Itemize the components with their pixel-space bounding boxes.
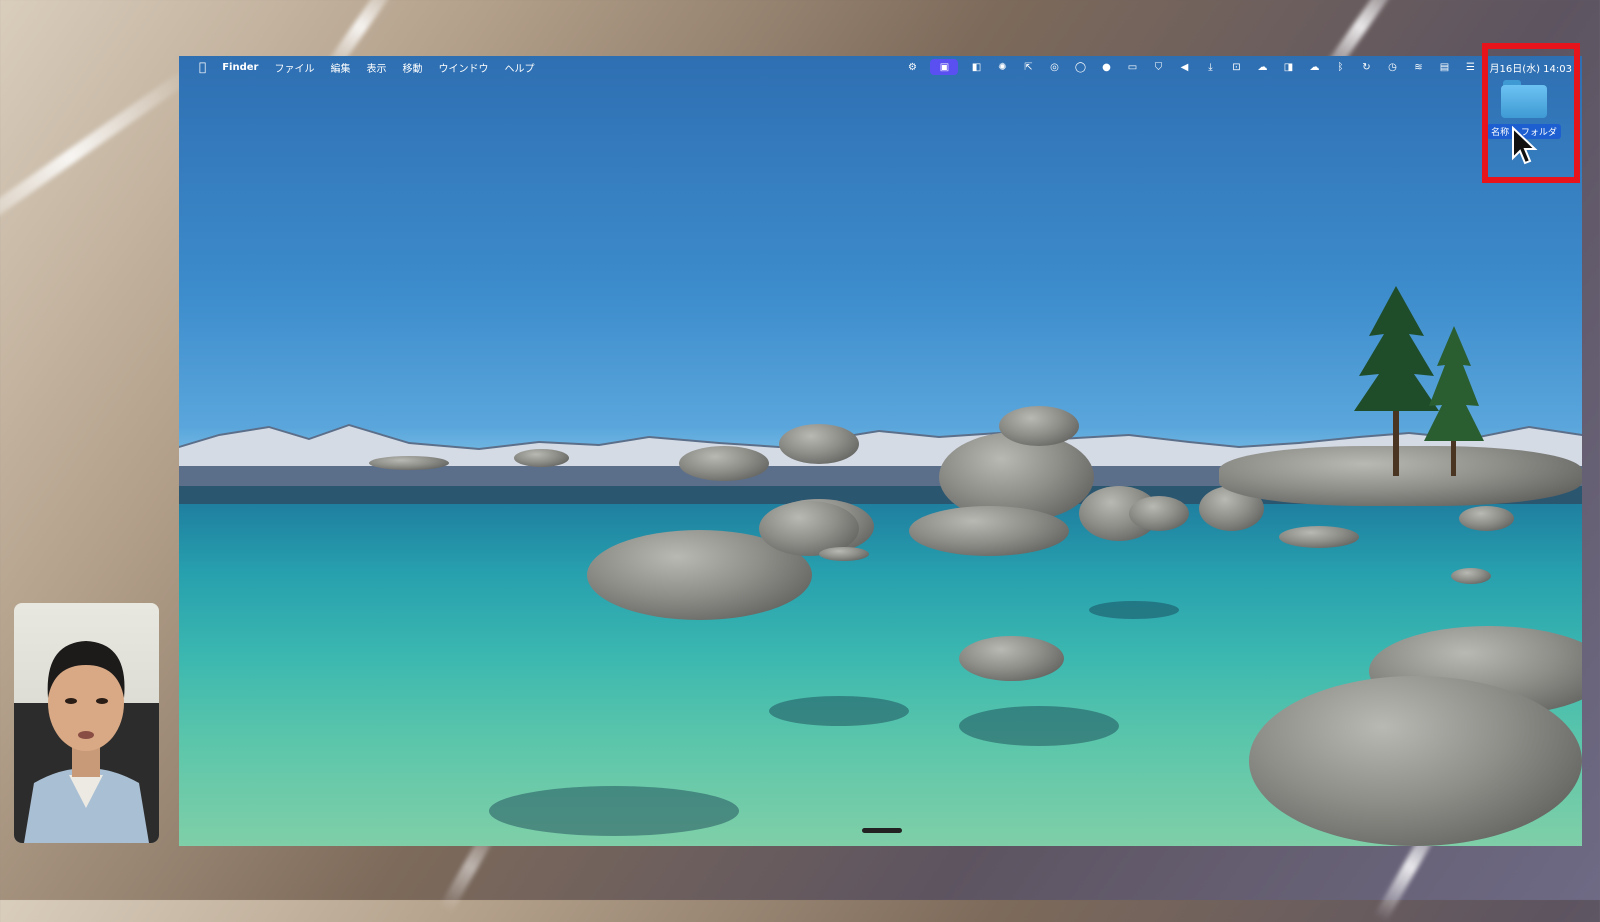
- boulder: [819, 547, 869, 561]
- shield-icon[interactable]: ⛉: [1150, 61, 1166, 73]
- boulder: [369, 456, 449, 470]
- boulder: [779, 424, 859, 464]
- frame-reflection: [0, 65, 197, 249]
- highlight-box: [1482, 43, 1580, 183]
- rock-shadow: [959, 706, 1119, 746]
- message-icon[interactable]: ●: [1098, 61, 1114, 73]
- boulder: [959, 636, 1064, 681]
- boulder: [1459, 506, 1514, 531]
- screen-record-icon[interactable]: ▣: [930, 59, 959, 75]
- menu-help[interactable]: ヘルプ: [496, 60, 542, 75]
- presenter-webcam: [14, 603, 159, 843]
- menu-view[interactable]: 表示: [358, 60, 394, 75]
- wifi-icon[interactable]: ≋: [1410, 61, 1426, 73]
- bluetooth-icon[interactable]: ᛒ: [1332, 61, 1348, 73]
- share-icon[interactable]: ⇱: [1020, 61, 1036, 73]
- whatsapp-icon[interactable]: ◯: [1072, 61, 1088, 73]
- boulder: [999, 406, 1079, 446]
- rock-shadow: [769, 696, 909, 726]
- boulder: [1129, 496, 1189, 531]
- menu-finder[interactable]: Finder: [214, 62, 266, 73]
- download-icon[interactable]: ⤓: [1202, 61, 1218, 73]
- boulder: [514, 449, 569, 467]
- menu-edit[interactable]: 編集: [322, 60, 358, 75]
- megaphone-icon[interactable]: ◀: [1176, 61, 1192, 73]
- airplay-icon[interactable]: ▤: [1436, 61, 1452, 73]
- gear-icon[interactable]: ⚙: [904, 61, 920, 73]
- settings-icon[interactable]: ✺: [994, 61, 1010, 73]
- cloud-outline-icon[interactable]: ☁: [1306, 61, 1322, 73]
- rock-shadow: [489, 786, 739, 836]
- sidebar-icon[interactable]: ◨: [1280, 61, 1296, 73]
- pine-tree: [1424, 326, 1484, 476]
- apple-logo-icon[interactable]: : [191, 60, 214, 74]
- app-icon[interactable]: ◧: [968, 61, 984, 73]
- menu-file[interactable]: ファイル: [266, 60, 322, 75]
- menu-go[interactable]: 移動: [394, 60, 430, 75]
- download-box-icon[interactable]: ⊡: [1228, 61, 1244, 73]
- menu-window[interactable]: ウインドウ: [430, 60, 496, 75]
- control-center-icon[interactable]: ☰: [1462, 61, 1478, 73]
- presenter-avatar: [14, 641, 159, 843]
- display-icon[interactable]: ▭: [1124, 61, 1140, 73]
- boulder: [1451, 568, 1491, 584]
- boulder: [1279, 526, 1359, 548]
- rock-shadow: [1089, 601, 1179, 619]
- boulder: [1249, 676, 1582, 846]
- cloud-icon[interactable]: ☁: [1254, 61, 1270, 73]
- clock-icon[interactable]: ◷: [1384, 61, 1400, 73]
- boulder: [909, 506, 1069, 556]
- chat-icon[interactable]: ◎: [1046, 61, 1062, 73]
- boulder: [679, 446, 769, 481]
- home-indicator: [862, 828, 902, 833]
- mac-desktop:  Finder ファイル 編集 表示 移動 ウインドウ ヘルプ ⚙ ▣ ◧ ✺…: [179, 56, 1582, 846]
- rotate-icon[interactable]: ↻: [1358, 61, 1374, 73]
- menu-bar:  Finder ファイル 編集 表示 移動 ウインドウ ヘルプ ⚙ ▣ ◧ ✺…: [179, 56, 1582, 78]
